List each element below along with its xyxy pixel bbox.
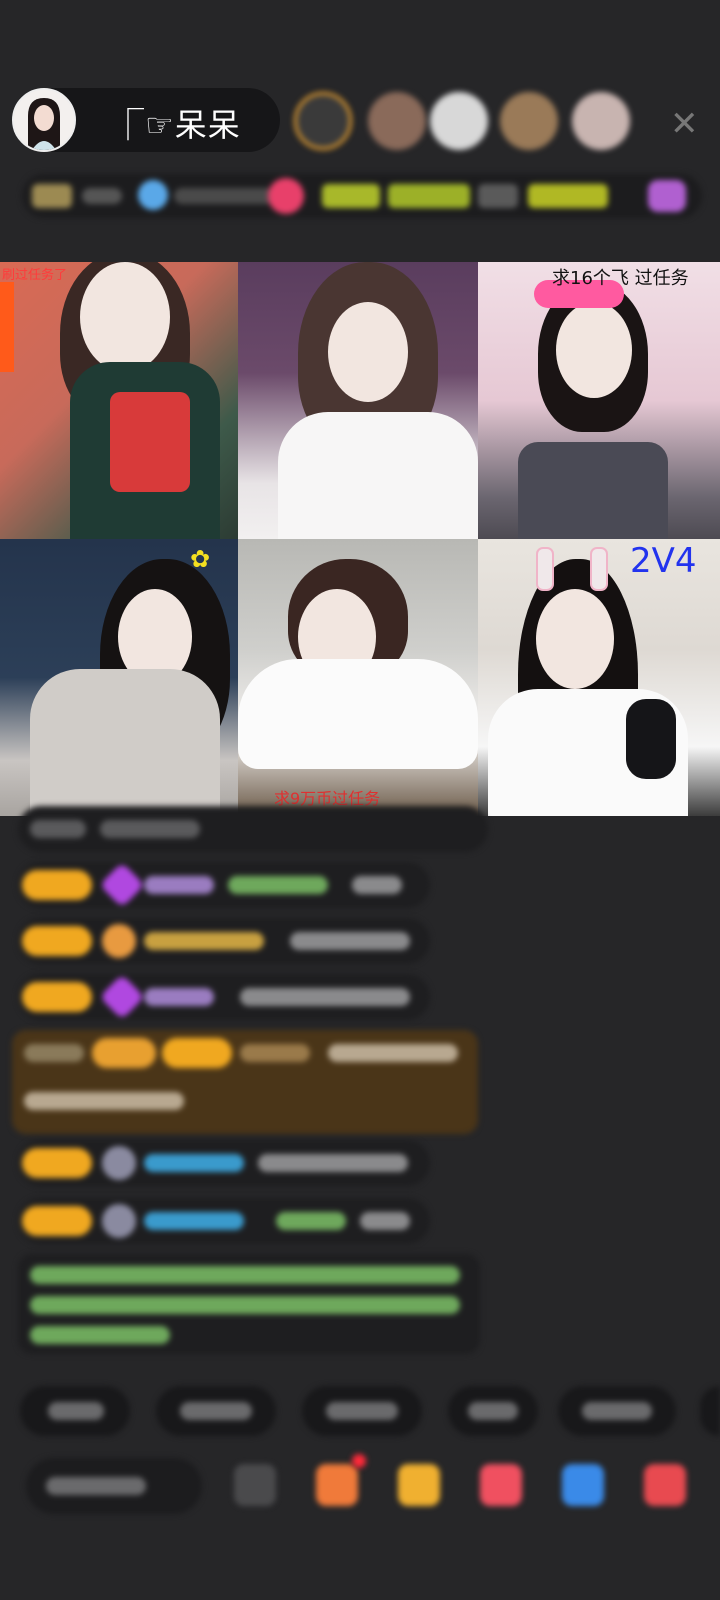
- more-icon[interactable]: [234, 1464, 276, 1506]
- quick-reply-chip[interactable]: [700, 1386, 720, 1436]
- guest-video-4[interactable]: ✿: [0, 539, 238, 816]
- guest-video-5[interactable]: 求9万币过任务: [238, 539, 478, 816]
- microphone-icon: [626, 699, 676, 779]
- quick-reply-chip[interactable]: [20, 1386, 130, 1436]
- share-icon[interactable]: [562, 1464, 604, 1506]
- gift-icon[interactable]: [644, 1464, 686, 1506]
- chat-message: [18, 806, 488, 852]
- close-icon[interactable]: ✕: [670, 104, 699, 144]
- flower-icon: ✿: [190, 545, 211, 573]
- guest-video-2[interactable]: [238, 262, 478, 539]
- guest-video-1[interactable]: 刷过任务了: [0, 262, 238, 539]
- guest-video-3[interactable]: 求16个飞 过任务: [478, 262, 720, 539]
- viewer-avatar[interactable]: [572, 92, 630, 150]
- chat-message: [18, 862, 430, 908]
- viewer-avatar[interactable]: [430, 92, 488, 150]
- chat-message: [18, 974, 430, 1020]
- guest-overlay-text: 求16个飞 过任务: [552, 268, 689, 289]
- quick-reply-chip[interactable]: [448, 1386, 538, 1436]
- viewer-avatar[interactable]: [500, 92, 558, 150]
- viewer-avatar[interactable]: [368, 92, 426, 150]
- quick-reply-chip[interactable]: [302, 1386, 422, 1436]
- guest-video-6[interactable]: 2V4: [478, 539, 720, 816]
- heart-gift-icon[interactable]: [480, 1464, 522, 1506]
- room-info-bar[interactable]: [22, 174, 702, 218]
- host-name: ⎾☞呆呆: [112, 106, 241, 144]
- guest-overlay-text: 2V4: [630, 541, 697, 581]
- host-avatar[interactable]: [12, 88, 76, 152]
- guest-overlay-text: 刷过任务了: [2, 268, 68, 283]
- chat-message: [18, 918, 430, 964]
- top-viewer-avatar[interactable]: [294, 92, 352, 150]
- gift-box-icon[interactable]: [316, 1464, 358, 1506]
- treasure-icon[interactable]: [398, 1464, 440, 1506]
- chat-message: [18, 1198, 430, 1244]
- chat-input[interactable]: [26, 1458, 202, 1514]
- quick-reply-chip[interactable]: [156, 1386, 276, 1436]
- chat-message: [18, 1140, 430, 1186]
- chat-gift-highlight: [12, 1030, 478, 1134]
- quick-reply-chip[interactable]: [558, 1386, 676, 1436]
- multi-guest-video-grid: 刷过任务了 求16个飞 过任务 ✿ 求9万币过任务 2V4: [0, 262, 720, 816]
- system-notice: [18, 1254, 480, 1354]
- notification-dot: [352, 1454, 366, 1468]
